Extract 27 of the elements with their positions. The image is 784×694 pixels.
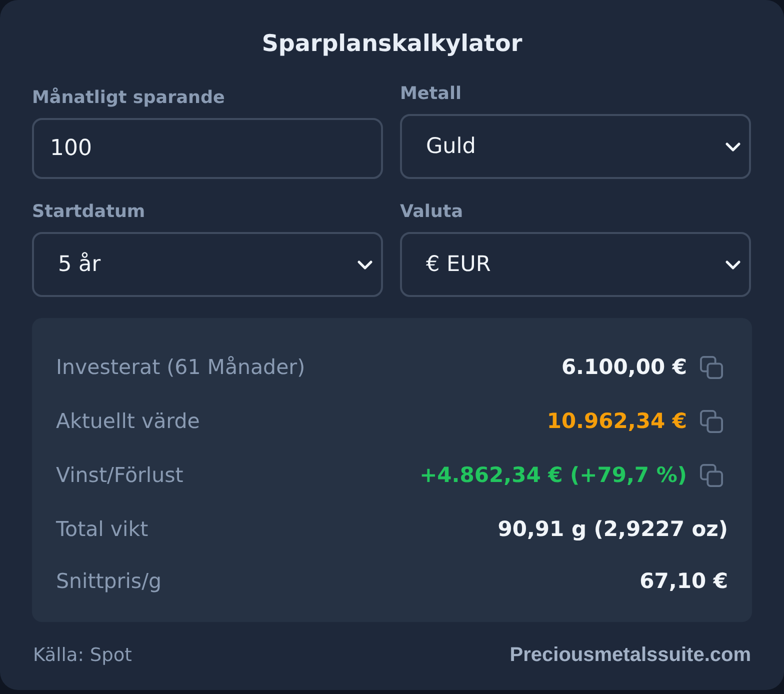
result-value: 6.100,00 €	[561, 354, 687, 381]
result-label: Vinst/Förlust	[56, 462, 184, 488]
website-link[interactable]: Preciousmetalssuite.com	[510, 644, 751, 667]
dropdown-select[interactable]: Guld	[400, 114, 751, 179]
dropdown-select[interactable]: € EUR	[400, 232, 751, 297]
field-label: Metall	[400, 83, 462, 105]
result-label: Total vikt	[56, 516, 148, 542]
field-label: Startdatum	[32, 201, 146, 223]
result-value: 10.962,34 €	[546, 408, 687, 435]
caret-icon	[725, 260, 741, 270]
result-label: Investerat (61 Månader)	[56, 354, 306, 380]
result-label: Aktuellt värde	[56, 408, 200, 434]
calculator-title: Sparplanskalkylator	[262, 30, 522, 59]
caret-icon	[357, 260, 373, 270]
copy-icon[interactable]	[700, 356, 723, 378]
result-value: 67,10 €	[640, 568, 728, 595]
result-value: 90,91 g (2,9227 oz)	[498, 516, 728, 543]
caret-icon	[725, 142, 741, 152]
amount-input[interactable]: 100	[32, 118, 383, 179]
result-value: +4.862,34 € (+79,7 %)	[420, 462, 687, 489]
field-label: Månatligt sparande	[32, 87, 225, 109]
source-text: Källa: Spot	[33, 645, 132, 666]
field-label: Valuta	[400, 201, 464, 223]
result-label: Snittpris/g	[56, 568, 162, 594]
dropdown-select[interactable]: 5 år	[32, 232, 383, 297]
copy-icon[interactable]	[700, 464, 723, 486]
copy-icon[interactable]	[700, 410, 723, 432]
